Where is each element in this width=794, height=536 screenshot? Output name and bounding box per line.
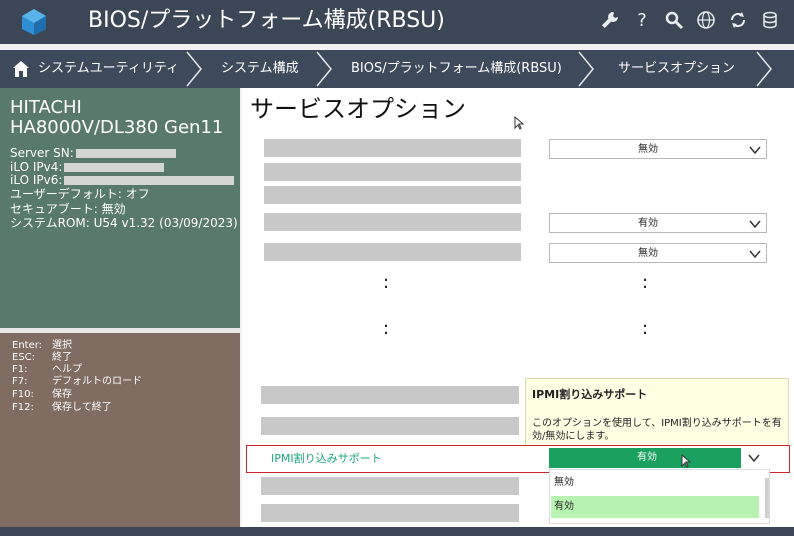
key-help-panel: Enter: 選択 ESC: 終了 F1: ヘルプ F7: デフォルトのロード F10:… bbox=[0, 333, 240, 536]
ellipsis-dots: : bbox=[642, 318, 649, 339]
system-model-name: HA8000V/DL380 Gen11 bbox=[10, 117, 224, 138]
server-sn-line: Server SN: bbox=[10, 146, 176, 160]
top-bar: BIOS/プラットフォーム構成(RBSU) ? bbox=[0, 0, 794, 44]
dropdown-scrollbar[interactable] bbox=[765, 478, 769, 518]
key-help-row: F7: デフォルトのロード bbox=[12, 376, 142, 387]
redacted-setting-label bbox=[264, 186, 521, 204]
app-logo-icon bbox=[22, 9, 46, 35]
system-model: HITACHI HA8000V/DL380 Gen11 bbox=[10, 98, 223, 138]
breadcrumb-separator-icon bbox=[756, 51, 772, 87]
dropdown-option-enabled[interactable]: 有効 bbox=[551, 496, 759, 518]
redacted-block bbox=[64, 163, 165, 172]
database-icon[interactable] bbox=[760, 10, 780, 32]
redacted-setting-label bbox=[261, 417, 519, 435]
breadcrumb-system-utilities[interactable]: システムユーティリティ bbox=[38, 50, 179, 88]
option-select[interactable]: 無効 bbox=[549, 139, 767, 159]
page-title: サービスオプション bbox=[250, 95, 466, 123]
ilo-ipv4-label: iLO IPv4: bbox=[10, 160, 63, 174]
help-tooltip: IPMI割り込みサポート このオプションを使用して、IPMI割り込みサポートを有… bbox=[525, 378, 789, 446]
key-help-row: Enter: 選択 bbox=[12, 340, 72, 351]
ellipsis-dots: : bbox=[642, 272, 649, 293]
option-select[interactable]: 無効 bbox=[549, 243, 767, 263]
redacted-block bbox=[75, 149, 176, 158]
redacted-block bbox=[64, 176, 235, 185]
home-icon[interactable] bbox=[12, 60, 30, 78]
dropdown-toggle[interactable] bbox=[741, 448, 767, 468]
chevron-down-icon bbox=[749, 146, 761, 155]
left-pane: HITACHI HA8000V/DL380 Gen11 Server SN: i… bbox=[0, 88, 240, 536]
option-select[interactable]: 有効 bbox=[549, 213, 767, 233]
chevron-down-icon bbox=[749, 250, 761, 259]
key-help-row: ESC: 終了 bbox=[12, 352, 72, 363]
redacted-setting-label bbox=[264, 213, 521, 231]
key-help-row: F1: ヘルプ bbox=[12, 364, 82, 375]
ilo-ipv6-label: iLO IPv6: bbox=[10, 173, 63, 187]
system-info-panel: HITACHI HA8000V/DL380 Gen11 Server SN: i… bbox=[0, 88, 240, 328]
user-default-status: ユーザーデフォルト: オフ bbox=[10, 187, 150, 201]
ilo-ipv6-line: iLO IPv6: bbox=[10, 173, 235, 187]
main-panel: サービスオプション 無効 有効 無効 : : : : IPMI割り込みサポート … bbox=[242, 88, 794, 536]
system-vendor: HITACHI bbox=[10, 97, 82, 118]
breadcrumb-separator-icon bbox=[186, 51, 202, 87]
ellipsis-dots: : bbox=[383, 272, 390, 293]
refresh-icon[interactable] bbox=[728, 10, 748, 32]
redacted-setting-label bbox=[261, 386, 519, 404]
breadcrumb-separator-icon bbox=[316, 51, 332, 87]
secure-boot-status: セキュアブート: 無効 bbox=[10, 202, 126, 216]
redacted-setting-label bbox=[261, 477, 519, 495]
breadcrumb-system-config[interactable]: システム構成 bbox=[221, 50, 299, 88]
redacted-setting-label bbox=[264, 139, 521, 157]
ipmi-interrupt-support-label[interactable]: IPMI割り込みサポート bbox=[271, 451, 382, 467]
breadcrumb-separator-icon bbox=[578, 51, 594, 87]
system-rom-version: システムROM: U54 v1.32 (03/09/2023) bbox=[10, 216, 238, 230]
dropdown-option-disabled[interactable]: 無効 bbox=[551, 472, 759, 494]
tooltip-title: IPMI割り込みサポート bbox=[532, 388, 648, 401]
dropdown-menu: 無効 有効 bbox=[549, 469, 770, 524]
mouse-pointer-icon bbox=[681, 454, 691, 468]
globe-icon[interactable] bbox=[696, 10, 716, 32]
breadcrumb-rbsu[interactable]: BIOS/プラットフォーム構成(RBSU) bbox=[351, 50, 562, 88]
key-help-row: F12: 保存して終了 bbox=[12, 402, 112, 413]
key-help-row: F10: 保存 bbox=[12, 389, 72, 400]
ellipsis-dots: : bbox=[383, 318, 390, 339]
help-icon[interactable]: ? bbox=[632, 10, 652, 32]
mouse-pointer-icon bbox=[514, 116, 524, 130]
search-icon[interactable] bbox=[664, 10, 684, 32]
server-sn-label: Server SN: bbox=[10, 146, 74, 160]
redacted-setting-label bbox=[264, 243, 521, 261]
toolbar-icons: ? bbox=[600, 10, 780, 32]
ilo-ipv4-line: iLO IPv4: bbox=[10, 160, 165, 174]
breadcrumb-service-options[interactable]: サービスオプション bbox=[618, 50, 735, 88]
chevron-down-icon bbox=[749, 220, 761, 229]
chevron-down-icon bbox=[748, 454, 760, 463]
redacted-setting-label bbox=[261, 504, 519, 522]
breadcrumb: システムユーティリティ システム構成 BIOS/プラットフォーム構成(RBSU)… bbox=[0, 50, 794, 88]
ipmi-interrupt-support-select[interactable]: 有効 bbox=[549, 448, 767, 468]
app-title: BIOS/プラットフォーム構成(RBSU) bbox=[88, 8, 445, 33]
redacted-setting-label bbox=[264, 163, 521, 181]
wrench-icon[interactable] bbox=[600, 10, 620, 32]
bottom-bar bbox=[0, 527, 794, 536]
tooltip-body: このオプションを使用して、IPMI割り込みサポートを有効/無効にします。 bbox=[532, 418, 782, 442]
